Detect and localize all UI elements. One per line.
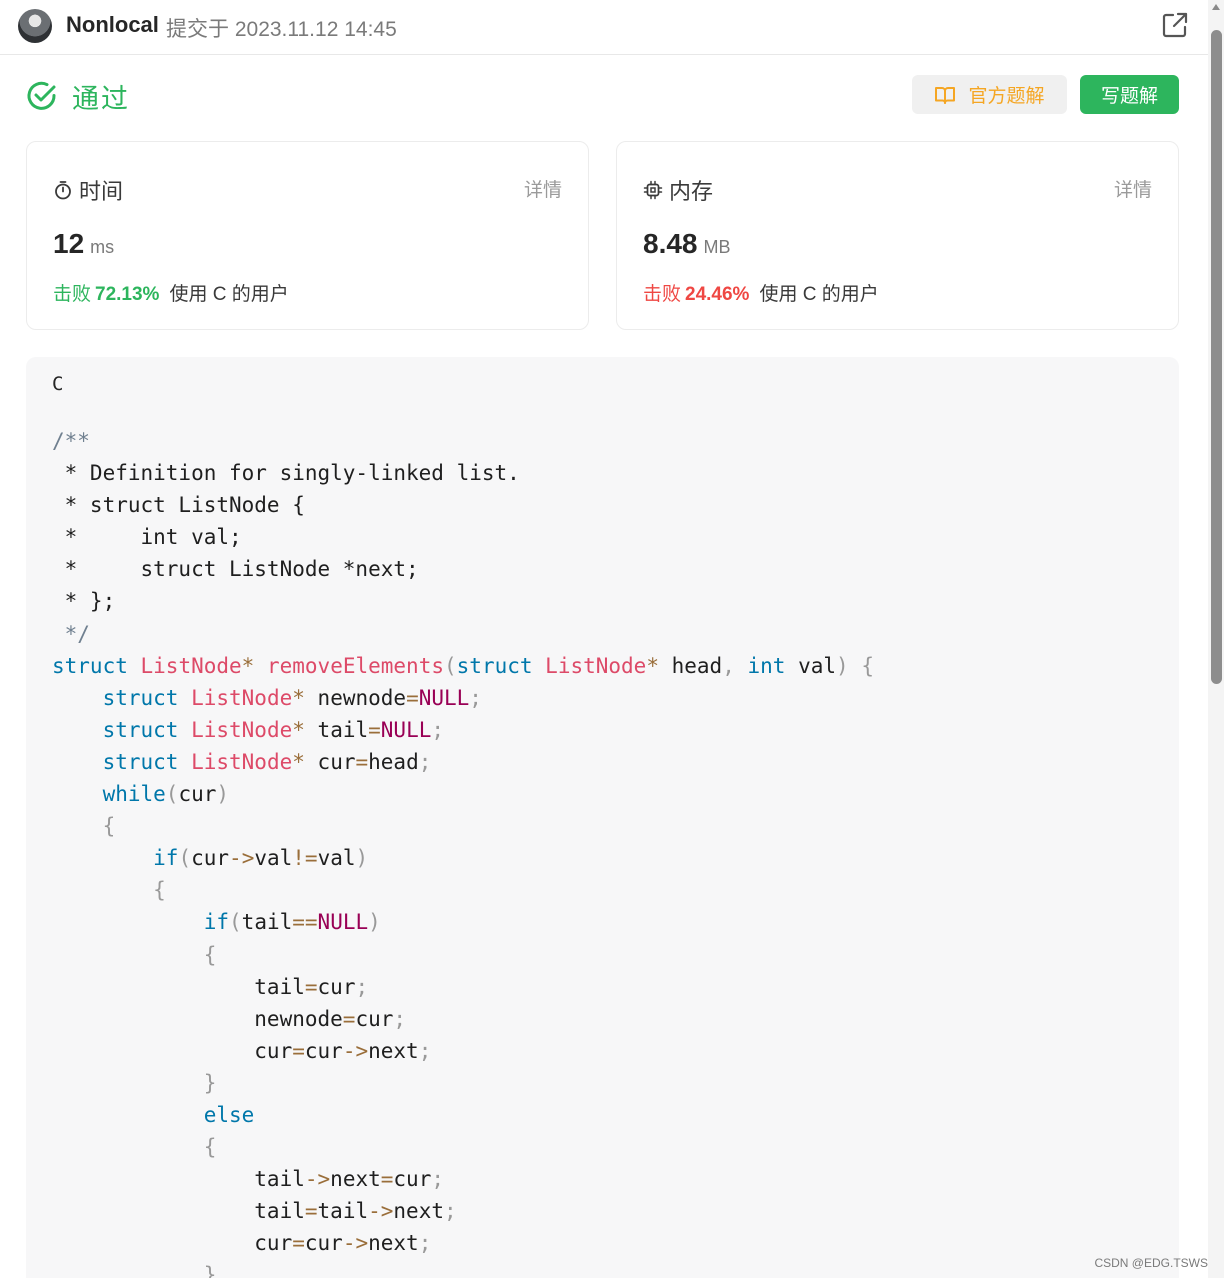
chip-icon (643, 180, 663, 200)
memory-beat-prefix: 击败 (643, 284, 682, 305)
code-line: /** (52, 429, 90, 453)
code-line: cur=cur->next; (52, 1231, 432, 1256)
runtime-beat-suffix: 使用 C 的用户 (169, 284, 289, 305)
code-content[interactable]: /** * Definition for singly-linked list.… (52, 425, 874, 1278)
code-line: cur=cur->next; (52, 1038, 432, 1063)
status-row: 通过 (26, 76, 130, 116)
book-icon (935, 86, 956, 104)
memory-beat: 击败 24.46% 使用 C 的用户 (643, 279, 879, 306)
username[interactable]: Nonlocal (66, 12, 159, 38)
submitted-time: 提交于 2023.11.12 14:45 (166, 18, 397, 41)
memory-unit: MB (703, 237, 731, 257)
scrollbar-thumb[interactable] (1211, 30, 1222, 684)
code-line: struct ListNode* tail=NULL; (102, 717, 445, 742)
write-solution-button[interactable]: 写题解 (1080, 75, 1179, 114)
code-line: tail=tail->next; (52, 1199, 457, 1224)
stopwatch-icon (55, 181, 71, 200)
runtime-unit: ms (90, 237, 115, 257)
write-solution-label: 写题解 (1100, 86, 1158, 107)
memory-title: 内存 (669, 179, 714, 204)
code-line: struct ListNode* newnode=NULL; (102, 685, 482, 710)
runtime-beat-prefix: 击败 (53, 284, 92, 305)
memory-number: 8.48 (643, 228, 698, 259)
code-line: * }; (52, 589, 116, 614)
code-line: tail=cur; (52, 974, 369, 999)
code-line: { (203, 942, 217, 967)
code-line: newnode=cur; (52, 1006, 407, 1031)
runtime-beat: 击败 72.13% 使用 C 的用户 (53, 279, 289, 306)
code-line: } (203, 1263, 217, 1278)
avatar[interactable] (18, 9, 52, 43)
code-line: while(cur) (102, 782, 230, 807)
runtime-number: 12 (53, 228, 85, 259)
code-line: } (203, 1070, 217, 1095)
status-label: 通过 (72, 83, 130, 114)
code-line: if(cur->val!=val) (153, 846, 369, 871)
runtime-title: 时间 (79, 179, 124, 204)
memory-beat-suffix: 使用 C 的用户 (759, 284, 879, 305)
official-solution-label: 官方题解 (968, 86, 1045, 107)
memory-beat-percent: 24.46% (685, 284, 750, 305)
code-line: * struct ListNode *next; (52, 557, 419, 582)
code-line: * Definition for singly-linked list. (52, 461, 520, 486)
code-line: { (203, 1135, 217, 1160)
memory-card: 内存 详情 8.48 MB 击败 24.46% 使用 C 的用户 (616, 141, 1179, 330)
runtime-card: 时间 详情 12 ms 击败 72.13% 使用 C 的用户 (26, 141, 589, 330)
watermark: CSDN @EDG.TSWS (1094, 1256, 1208, 1270)
code-line: * struct ListNode { (52, 493, 305, 518)
memory-detail-link[interactable]: 详情 (1114, 175, 1152, 202)
open-external-icon[interactable] (1160, 10, 1190, 40)
code-line: if(tail==NULL) (203, 910, 381, 935)
memory-value: 8.48 MB (643, 228, 731, 260)
submission-header: Nonlocal 提交于 2023.11.12 14:45 (0, 0, 1208, 55)
check-circle-icon (27, 81, 56, 110)
code-line: { (153, 878, 166, 903)
runtime-card-header: 时间 (53, 174, 123, 206)
code-line: * int val; (52, 525, 242, 550)
runtime-value: 12 ms (53, 228, 114, 260)
code-block[interactable]: C /** * Definition for singly-linked lis… (26, 357, 1179, 1278)
code-line: else (203, 1102, 255, 1127)
submission-page: Nonlocal 提交于 2023.11.12 14:45 通过 官方题解 写题… (0, 0, 1224, 1278)
code-language: C (52, 373, 64, 395)
code-line: tail->next=cur; (52, 1167, 444, 1192)
scroll-up-arrow-icon[interactable] (1212, 4, 1220, 10)
runtime-beat-percent: 72.13% (95, 284, 160, 305)
code-line: */ (52, 621, 90, 646)
runtime-detail-link[interactable]: 详情 (524, 175, 562, 202)
memory-card-header: 内存 (643, 174, 713, 206)
official-solution-button[interactable]: 官方题解 (912, 75, 1067, 114)
code-line: struct ListNode* removeElements(struct L… (52, 653, 874, 678)
code-line: { (102, 814, 116, 839)
code-line: struct ListNode* cur=head; (102, 749, 432, 774)
